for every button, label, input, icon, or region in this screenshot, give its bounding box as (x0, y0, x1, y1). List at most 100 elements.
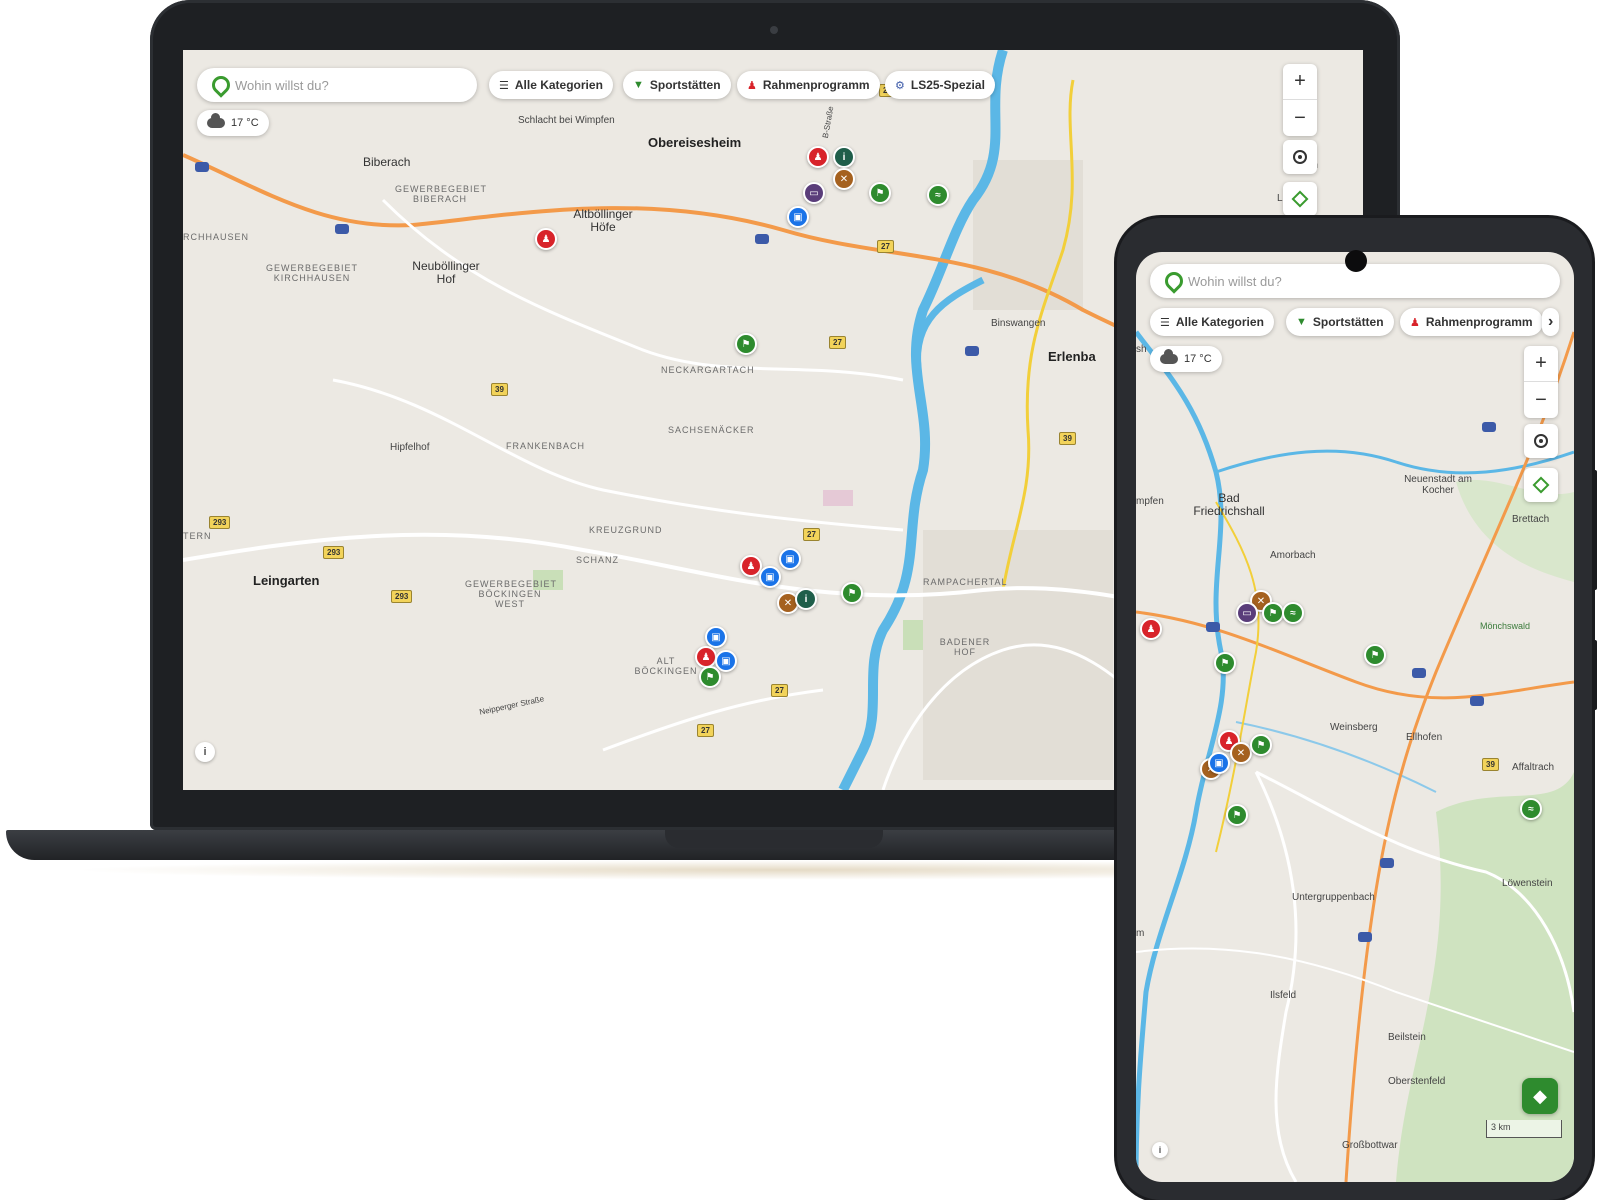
marker-sport[interactable]: ⚑ (1226, 804, 1248, 826)
weather-badge: 17 °C (197, 110, 269, 136)
phone-side-button (1592, 470, 1597, 590)
chip-label: Sportstätten (1312, 315, 1384, 329)
marker-sport[interactable]: ⚑ (699, 666, 721, 688)
phone-map-canvas (1136, 330, 1574, 1182)
shield-39: 39 (1482, 758, 1499, 771)
route-button[interactable]: ◆ (1522, 1078, 1558, 1114)
info-icon: i (203, 746, 207, 758)
marker-food[interactable]: ✕ (833, 168, 855, 190)
label-brettach: Brettach (1512, 514, 1550, 525)
label-sachsenacker: SACHSENÄCKER (668, 425, 755, 435)
locate-button[interactable] (1524, 424, 1558, 458)
locate-icon (1534, 434, 1548, 448)
marker-event[interactable]: ♟ (535, 228, 557, 250)
zoom-controls: + − (1283, 64, 1317, 136)
layers-button[interactable] (1524, 468, 1558, 502)
marker-swim[interactable]: ≈ (927, 184, 949, 206)
chevron-right-icon: › (1548, 313, 1554, 330)
info-button[interactable]: i (195, 742, 215, 762)
zoom-in-button[interactable]: + (1283, 64, 1317, 100)
motorway-shield (755, 234, 769, 244)
locate-button[interactable] (1283, 140, 1317, 174)
search-bar[interactable]: Wohin willst du? (197, 68, 477, 102)
label-loewenstein: Löwenstein (1502, 878, 1553, 889)
marker-event[interactable]: ♟ (807, 146, 829, 168)
program-icon: ♟ (1410, 316, 1420, 329)
marker-food[interactable]: ✕ (1230, 742, 1252, 764)
label-neckargartach: NECKARGARTACH (661, 365, 755, 375)
laptop-camera (770, 26, 778, 34)
road (381, 198, 904, 382)
marker-sport[interactable]: ⚑ (1214, 652, 1236, 674)
shield-27: 27 (877, 240, 894, 253)
marker-transport[interactable]: ▣ (715, 650, 737, 672)
marker-swim[interactable]: ≈ (1520, 798, 1542, 820)
marker-transport[interactable]: ▣ (759, 566, 781, 588)
marker-hotel[interactable]: ▭ (803, 182, 825, 204)
label-ellhofen: Ellhofen (1406, 732, 1443, 743)
zoom-controls: + − (1524, 346, 1558, 418)
chip-sportstaetten[interactable]: ▼ Sportstätten (1286, 308, 1394, 336)
label-m: m (1136, 928, 1145, 939)
label-erlenbach: Erlenba (1048, 349, 1096, 364)
chips-next-button[interactable]: › (1542, 308, 1560, 336)
locate-icon (1293, 150, 1307, 164)
info-icon: i (1158, 1145, 1162, 1155)
chip-sportstaetten[interactable]: ▼ Sportstätten (623, 71, 731, 99)
marker-sport[interactable]: ⚑ (1262, 602, 1284, 624)
marker-transport[interactable]: ▣ (787, 206, 809, 228)
marker-event[interactable]: ♟ (695, 646, 717, 668)
weather-temp: 17 °C (231, 117, 259, 129)
chip-all-categories[interactable]: ☰ Alle Kategorien (489, 71, 613, 99)
label-badener-hof: BADENER HOF (939, 637, 991, 657)
marker-info[interactable]: i (795, 588, 817, 610)
pin-icon (1164, 272, 1178, 290)
road (602, 688, 824, 752)
shield-293: 293 (323, 546, 345, 559)
chip-label: Alle Kategorien (1175, 315, 1264, 329)
phone-camera (1345, 250, 1367, 272)
marker-swim[interactable]: ≈ (1282, 602, 1304, 624)
marker-sport[interactable]: ⚑ (841, 582, 863, 604)
chip-label: Alle Kategorien (514, 78, 603, 92)
marker-transport[interactable]: ▣ (779, 548, 801, 570)
layers-button[interactable] (1283, 182, 1317, 216)
label-alt-boeckingen: ALT BÖCKINGEN (634, 656, 698, 676)
marker-sport[interactable]: ⚑ (869, 182, 891, 204)
marker-transport[interactable]: ▣ (705, 626, 727, 648)
marker-transport[interactable]: ▣ (1208, 752, 1230, 774)
info-button[interactable]: i (1152, 1142, 1168, 1158)
label-hipfelhof: Hipfelhof (390, 442, 430, 453)
zoom-out-button[interactable]: − (1283, 100, 1317, 136)
zoom-in-button[interactable]: + (1524, 346, 1558, 382)
chip-rahmenprogramm[interactable]: ♟ Rahmenprogramm (1400, 308, 1543, 336)
marker-hotel[interactable]: ▭ (1236, 602, 1258, 624)
motorway-shield (1482, 422, 1496, 432)
label-kreuzgrund: KREUZGRUND (589, 525, 663, 535)
label-affaltrach: Affaltrach (1512, 762, 1555, 773)
chip-all-categories[interactable]: ☰ Alle Kategorien (1150, 308, 1274, 336)
pin-icon (211, 76, 225, 94)
motorway-shield (1206, 622, 1220, 632)
label-altboellinger: Altböllinger Höfe (573, 207, 633, 235)
search-placeholder: Wohin willst du? (1188, 273, 1282, 289)
shield-27: 27 (803, 528, 820, 541)
river-kocher (1215, 449, 1574, 475)
label-weinsberg: Weinsberg (1330, 722, 1378, 733)
shield-39: 39 (1059, 432, 1076, 445)
chip-label: Rahmenprogramm (762, 78, 870, 92)
marker-info[interactable]: i (833, 146, 855, 168)
marker-sport[interactable]: ⚑ (1364, 644, 1386, 666)
chip-ls25-spezial[interactable]: ⚙ LS25-Spezial (885, 71, 995, 99)
label-neuenstadt: Neuenstadt am Kocher (1404, 474, 1472, 496)
marker-sport[interactable]: ⚑ (735, 333, 757, 355)
chip-rahmenprogramm[interactable]: ♟ Rahmenprogramm (737, 71, 880, 99)
program-icon: ♟ (747, 79, 757, 92)
shield-293: 293 (209, 516, 231, 529)
phone-map[interactable]: mpfen sh Bad Friedrichshall Neuenstadt a… (1136, 252, 1574, 1182)
marker-sport[interactable]: ⚑ (1250, 734, 1272, 756)
marker-event[interactable]: ♟ (1140, 618, 1162, 640)
label-oberstenfeld: Oberstenfeld (1388, 1076, 1446, 1087)
label-neuboellinger: Neuböllinger Hof (412, 259, 480, 287)
zoom-out-button[interactable]: − (1524, 382, 1558, 418)
